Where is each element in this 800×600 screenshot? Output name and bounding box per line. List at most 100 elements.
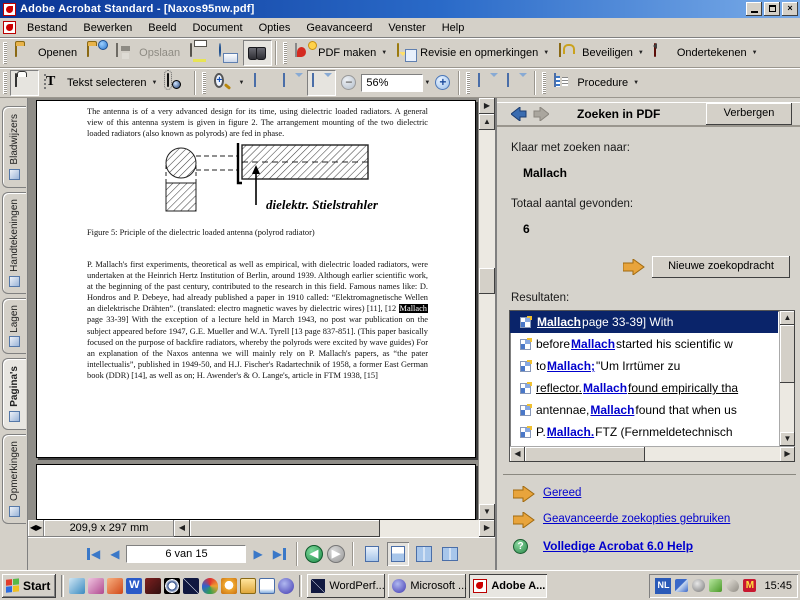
continuous-layout-button[interactable] bbox=[387, 542, 409, 566]
quick-launch-mail-icon[interactable] bbox=[69, 578, 85, 594]
tray-mouse-icon[interactable] bbox=[726, 579, 739, 592]
search-result-item[interactable]: antennae, Mallach found that when us bbox=[510, 399, 778, 421]
continuous-facing-layout-button[interactable] bbox=[413, 542, 435, 566]
scroll-down-icon[interactable]: ▼ bbox=[780, 432, 795, 446]
start-button[interactable]: Start bbox=[2, 574, 56, 598]
pdf-make-button[interactable]: PDF maken▼ bbox=[290, 40, 392, 66]
menu-beeld[interactable]: Beeld bbox=[140, 20, 184, 36]
hide-panel-button[interactable]: Verbergen bbox=[706, 103, 792, 125]
quick-launch-clock-icon[interactable] bbox=[221, 578, 237, 594]
previous-view-circle-button[interactable]: ◀ bbox=[305, 545, 323, 563]
hand-tool-button[interactable] bbox=[10, 70, 39, 96]
toolbar-grip[interactable] bbox=[466, 72, 470, 94]
pdf-page[interactable]: The antenna is of a very advanced design… bbox=[36, 100, 476, 458]
scrollbar-thumb[interactable] bbox=[479, 268, 495, 294]
zoom-tool-button[interactable]: + ▼ bbox=[209, 70, 249, 96]
open-button[interactable]: Openen bbox=[10, 40, 82, 66]
document-pane[interactable]: The antenna is of a very advanced design… bbox=[28, 98, 479, 520]
secure-button[interactable]: Beveiligen▼ bbox=[554, 40, 649, 66]
single-page-layout-button[interactable] bbox=[361, 542, 383, 566]
tab-lagen[interactable]: Lagen bbox=[2, 298, 26, 354]
tray-icon[interactable] bbox=[709, 579, 722, 592]
taskbar-button-microsoft[interactable]: Microsoft ... bbox=[388, 574, 466, 598]
taskbar-button-wordperfect[interactable]: WordPerf... bbox=[307, 574, 385, 598]
previous-page-button[interactable]: ◀ bbox=[107, 543, 122, 565]
open-web-button[interactable] bbox=[82, 40, 111, 66]
search-result-item[interactable]: to Mallach; "Um Irrtümer zu bbox=[510, 355, 778, 377]
search-result-item[interactable]: Mallach page 33-39] With bbox=[510, 311, 778, 333]
email-button[interactable] bbox=[214, 40, 243, 66]
scroll-right-icon[interactable]: ▶ bbox=[780, 447, 795, 462]
first-page-button[interactable]: ◀ bbox=[84, 543, 103, 565]
close-button[interactable]: × bbox=[782, 2, 798, 16]
tray-mcafee-icon[interactable]: M bbox=[743, 579, 756, 592]
full-help-link[interactable]: Volledige Acrobat 6.0 Help bbox=[543, 539, 693, 553]
scrollbar-thumb[interactable] bbox=[780, 325, 795, 383]
zoom-level-field[interactable]: 56% bbox=[361, 74, 423, 92]
advanced-search-link[interactable]: Geavanceerde zoekopties gebruiken bbox=[543, 513, 730, 525]
fit-width-button[interactable] bbox=[307, 70, 336, 96]
fit-page-button[interactable] bbox=[278, 70, 307, 96]
menu-geavanceerd[interactable]: Geavanceerd bbox=[298, 20, 380, 36]
quick-launch-word-icon[interactable]: W bbox=[126, 578, 142, 594]
zoom-in-button[interactable]: + bbox=[430, 70, 455, 96]
search-result-item[interactable]: P. Mallach. FTZ (Fernmeldetechnisch bbox=[510, 421, 778, 443]
menu-bewerken[interactable]: Bewerken bbox=[75, 20, 140, 36]
taskbar-button-adobe[interactable]: Adobe A... bbox=[469, 574, 547, 598]
results-horizontal-scrollbar[interactable]: ◀ ▶ bbox=[510, 446, 795, 461]
tray-network-icon[interactable] bbox=[675, 579, 688, 592]
select-text-button[interactable]: T Tekst selecteren▼ bbox=[39, 70, 162, 96]
menu-document[interactable]: Document bbox=[184, 20, 250, 36]
quick-launch-wordperfect-icon[interactable] bbox=[183, 578, 199, 594]
search-result-item[interactable]: before Mallach started his scientific w bbox=[510, 333, 778, 355]
scroll-left-icon[interactable]: ◀ bbox=[174, 520, 190, 537]
toolbar-grip[interactable] bbox=[3, 42, 7, 64]
new-search-button[interactable]: Nieuwe zoekopdracht bbox=[652, 256, 790, 278]
save-button[interactable]: Opslaan bbox=[111, 40, 185, 66]
tab-paginas[interactable]: Pagina's bbox=[2, 358, 26, 430]
search-result-item[interactable]: reflector. Mallach found empirically tha bbox=[510, 377, 778, 399]
page-number-field[interactable]: 6 van 15 bbox=[126, 545, 246, 563]
zoom-out-button[interactable]: − bbox=[336, 70, 361, 96]
menu-bestand[interactable]: Bestand bbox=[19, 20, 75, 36]
document-horizontal-scrollbar[interactable]: ◀ ▶ bbox=[174, 520, 495, 537]
snapshot-button[interactable] bbox=[162, 70, 191, 96]
back-arrow-icon[interactable] bbox=[511, 107, 527, 121]
procedure-button[interactable]: Procedure▼ bbox=[549, 70, 644, 96]
tray-icon[interactable] bbox=[692, 579, 705, 592]
language-indicator[interactable]: NL bbox=[655, 578, 671, 594]
scroll-left-icon[interactable]: ◀ bbox=[510, 447, 525, 462]
menu-venster[interactable]: Venster bbox=[380, 20, 433, 36]
print-button[interactable] bbox=[185, 40, 214, 66]
panel-splitter-arrow-icon[interactable]: ▶ bbox=[479, 98, 495, 114]
document-vertical-scrollbar[interactable]: ▶ ▲ ▼ bbox=[479, 98, 495, 520]
toolbar-grip[interactable] bbox=[283, 42, 287, 64]
next-view-button[interactable] bbox=[502, 70, 531, 96]
search-button[interactable] bbox=[243, 40, 272, 66]
quick-launch-folder-icon[interactable] bbox=[240, 578, 256, 594]
quick-launch-icon[interactable] bbox=[145, 578, 161, 594]
sign-button[interactable]: Ondertekenen▼ bbox=[649, 40, 763, 66]
tab-handtekeningen[interactable]: Handtekeningen bbox=[2, 192, 26, 294]
next-view-circle-button[interactable]: ▶ bbox=[327, 545, 345, 563]
quick-launch-notepad-icon[interactable] bbox=[259, 578, 275, 594]
done-link[interactable]: Gereed bbox=[543, 487, 581, 499]
scroll-up-icon[interactable]: ▲ bbox=[780, 311, 795, 325]
restore-button[interactable] bbox=[764, 2, 780, 16]
pdf-page-next[interactable] bbox=[36, 464, 476, 520]
menu-help[interactable]: Help bbox=[434, 20, 473, 36]
minimize-button[interactable] bbox=[746, 2, 762, 16]
scroll-right-icon[interactable]: ▶ bbox=[479, 520, 495, 537]
results-vertical-scrollbar[interactable]: ▲ ▼ bbox=[779, 311, 794, 446]
toolbar-grip[interactable] bbox=[3, 72, 7, 94]
splitter-handle-icon[interactable]: ◀▶ bbox=[28, 520, 44, 537]
menu-opties[interactable]: Opties bbox=[251, 20, 299, 36]
quick-launch-icon[interactable] bbox=[88, 578, 104, 594]
scroll-down-icon[interactable]: ▼ bbox=[479, 504, 495, 520]
last-page-button[interactable]: ▶ bbox=[270, 543, 289, 565]
scrollbar-thumb[interactable] bbox=[525, 447, 645, 462]
previous-view-button[interactable] bbox=[473, 70, 502, 96]
toolbar-grip[interactable] bbox=[542, 72, 546, 94]
scroll-up-icon[interactable]: ▲ bbox=[479, 114, 495, 130]
actual-size-button[interactable] bbox=[249, 70, 278, 96]
